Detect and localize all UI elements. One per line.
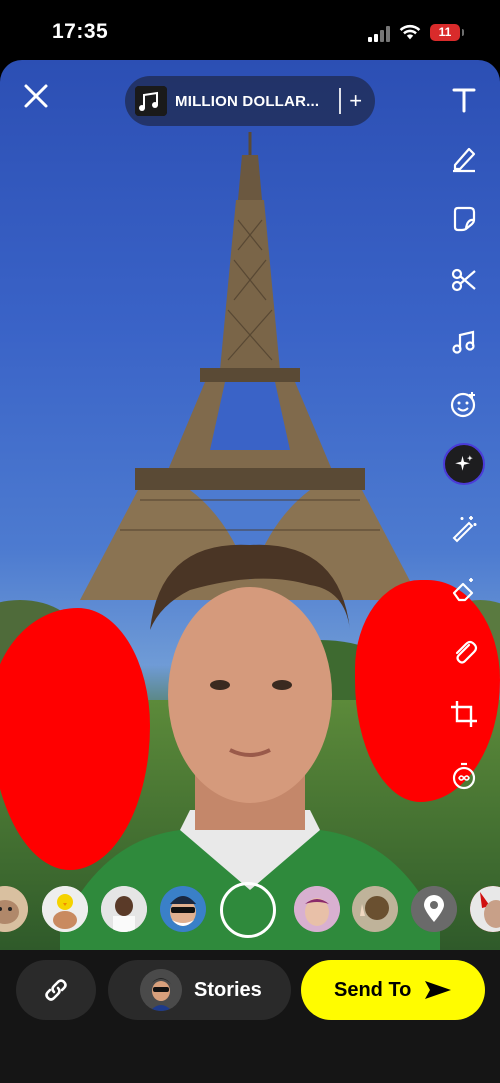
lens-carousel <box>0 882 500 942</box>
music-note-icon[interactable] <box>440 322 488 362</box>
send-to-button[interactable]: Send To <box>301 960 485 1020</box>
emoji-icon[interactable] <box>440 384 488 424</box>
wifi-icon <box>399 24 421 40</box>
music-track-pill[interactable]: MILLION DOLLAR... + <box>125 76 375 126</box>
lens-item[interactable] <box>352 886 398 932</box>
paperclip-icon[interactable] <box>440 632 488 672</box>
lens-item[interactable] <box>101 886 147 932</box>
lens-item[interactable] <box>294 886 340 932</box>
bottom-bar: Stories Send To <box>0 950 500 1083</box>
link-icon <box>45 979 67 1001</box>
stories-button[interactable]: Stories <box>108 960 291 1020</box>
location-pin-icon[interactable] <box>411 886 457 932</box>
status-time: 17:35 <box>52 20 109 43</box>
ai-sparkle-icon[interactable] <box>440 443 488 485</box>
capture-button[interactable] <box>220 882 276 938</box>
send-to-label: Send To <box>334 978 412 1001</box>
timer-icon[interactable] <box>440 756 488 796</box>
lens-item[interactable] <box>42 886 88 932</box>
snap-photo[interactable] <box>0 60 500 950</box>
link-button[interactable] <box>16 960 96 1020</box>
music-divider <box>339 88 342 114</box>
status-bar: 17:35 11 <box>0 0 500 64</box>
battery-icon: 11 <box>430 24 464 41</box>
magic-wand-icon[interactable] <box>440 508 488 548</box>
lens-item[interactable] <box>160 886 206 932</box>
crop-icon[interactable] <box>440 694 488 734</box>
close-icon[interactable] <box>20 80 52 112</box>
stories-label: Stories <box>194 978 262 1001</box>
pencil-icon[interactable] <box>440 138 488 178</box>
lens-item[interactable] <box>0 886 28 932</box>
music-title: MILLION DOLLAR... <box>175 92 320 110</box>
album-art <box>135 86 167 116</box>
text-icon[interactable] <box>440 80 488 120</box>
bitmoji-avatar <box>140 969 182 1011</box>
send-arrow-icon <box>425 981 452 999</box>
signal-icon <box>368 26 394 42</box>
scissors-icon[interactable] <box>440 260 488 300</box>
sticker-icon[interactable] <box>440 198 488 238</box>
eraser-icon[interactable] <box>440 570 488 610</box>
lens-item[interactable] <box>470 886 500 932</box>
add-music-button[interactable]: + <box>349 90 362 112</box>
